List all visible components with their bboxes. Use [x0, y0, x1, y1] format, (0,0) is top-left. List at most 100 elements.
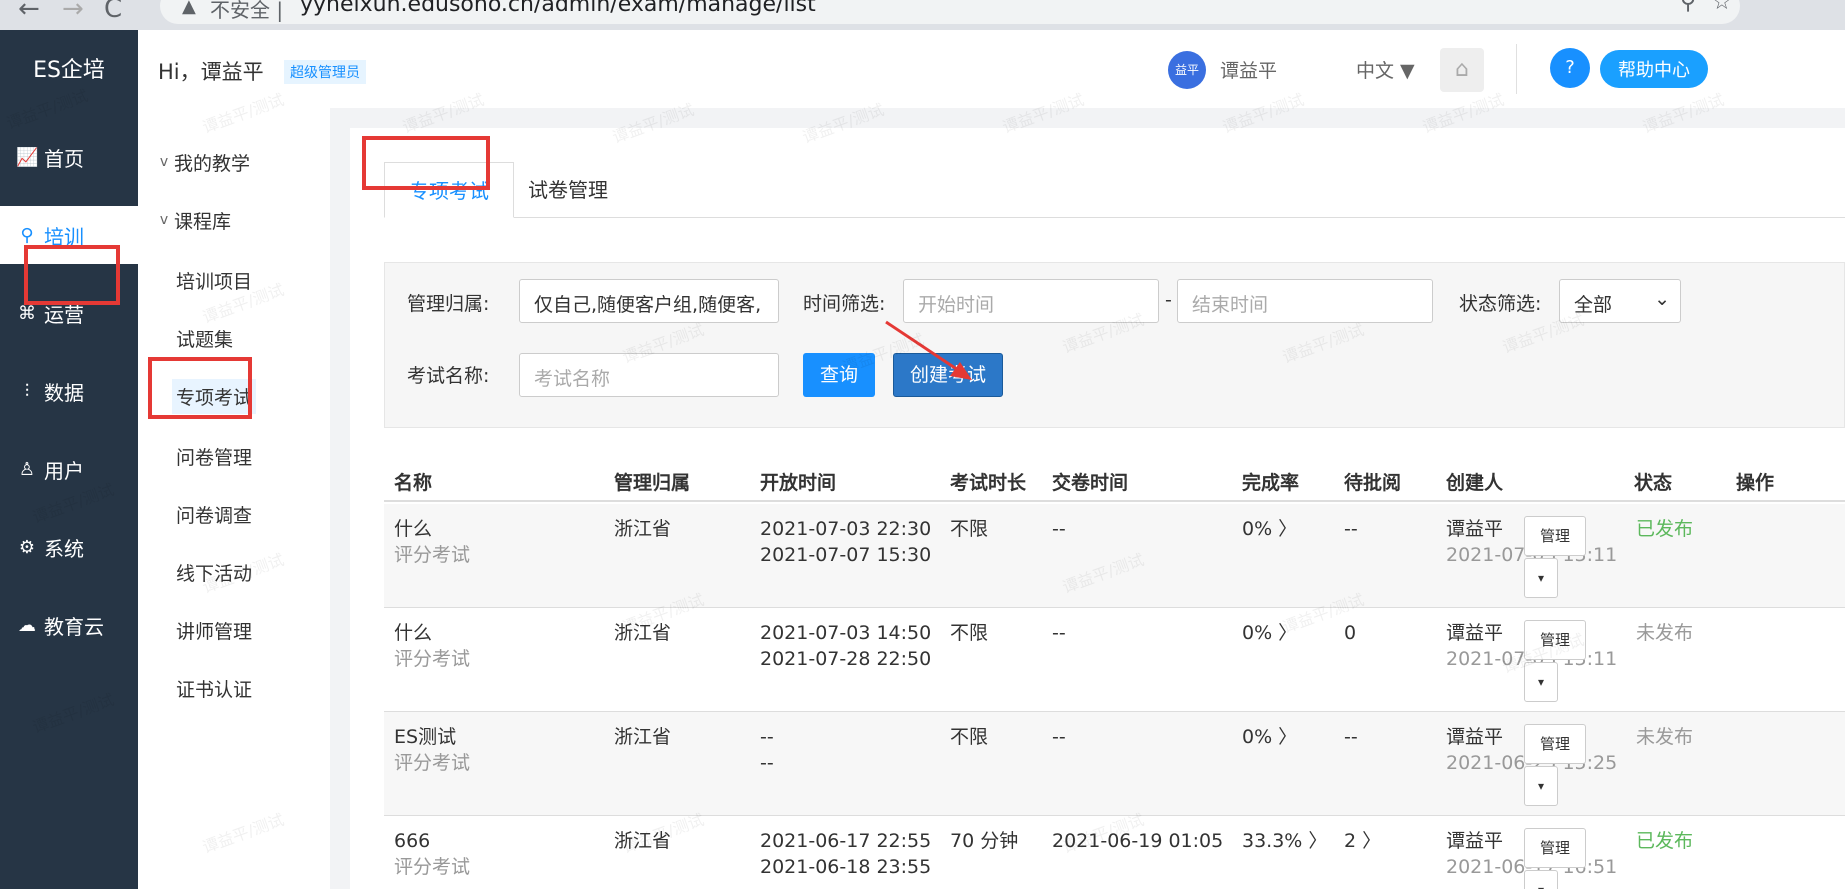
- cell-text: 0% 〉: [1242, 518, 1298, 540]
- manage-button[interactable]: 管理: [1524, 724, 1586, 764]
- sidebar-item-data[interactable]: ⫶ 数据: [0, 362, 138, 420]
- sidebar-item-cloud[interactable]: ☁ 教育云: [0, 596, 138, 654]
- chevron-down-icon: ⌄: [1654, 288, 1670, 310]
- exam-name-input[interactable]: 考试名称: [519, 353, 779, 397]
- cell-text: --: [760, 726, 774, 748]
- more-dropdown-button[interactable]: ▾: [1524, 662, 1558, 702]
- col-owner: 管理归属: [614, 472, 691, 494]
- forward-icon[interactable]: →: [62, 0, 84, 24]
- home-icon[interactable]: ⌂: [1440, 48, 1484, 92]
- cell-pending: --: [1344, 516, 1358, 542]
- submenu-my-teaching[interactable]: v 我的教学: [138, 142, 330, 182]
- cell-text: --: [1052, 518, 1066, 540]
- cell-open-start: -- --: [760, 724, 774, 776]
- sidebar-item-operate[interactable]: ⌘ 运营: [0, 284, 138, 342]
- submenu-question-set[interactable]: 试题集: [138, 318, 330, 358]
- cell-text: 2021-06-17 22:55: [760, 830, 932, 852]
- user-icon: ♙: [18, 458, 36, 480]
- more-dropdown-button[interactable]: ▾: [1524, 766, 1558, 806]
- start-time-input[interactable]: 开始时间: [903, 279, 1159, 323]
- manage-button[interactable]: 管理: [1524, 516, 1586, 556]
- star-icon[interactable]: ☆: [1712, 0, 1732, 15]
- language-select[interactable]: 中文 ▼: [1356, 56, 1415, 83]
- submenu-label: 问卷调查: [176, 504, 253, 527]
- cell-name[interactable]: 666 评分考试: [394, 828, 470, 880]
- submenu-certificate[interactable]: 证书认证: [138, 668, 330, 708]
- main-sidebar: ES企培 📈 首页 ⚲ 培训 ⌘ 运营 ⫶ 数据 ♙ 用户 ⚙ 系统 ☁ 教育云: [0, 30, 138, 889]
- browser-bar: ← → C ▲ 不安全 | yyheixun.edusoho.cn/admin/…: [0, 0, 1845, 30]
- cell-subtext: 2021-06-18 23:55: [760, 856, 932, 878]
- status-label: 状态筛选:: [1459, 293, 1542, 315]
- status-badge: 已发布: [1636, 518, 1694, 540]
- sidebar-item-training[interactable]: ⚲ 培训: [0, 206, 138, 264]
- submenu-survey[interactable]: 问卷调查: [138, 494, 330, 534]
- sidebar-item-label: 运营: [44, 302, 84, 327]
- sidebar-item-label: 培训: [44, 224, 84, 249]
- cell-name[interactable]: 什么 评分考试: [394, 516, 470, 568]
- cell-text: 666: [394, 830, 431, 852]
- col-status: 状态: [1634, 472, 1673, 494]
- exam-name-label: 考试名称:: [407, 365, 490, 387]
- submenu-training-project[interactable]: 培训项目: [138, 260, 330, 300]
- cell-text: 0: [1344, 622, 1357, 644]
- submenu-label: 我的教学: [174, 152, 251, 175]
- tab-paper-manage[interactable]: 试卷管理: [504, 162, 632, 218]
- zoom-icon[interactable]: ⚲: [1680, 0, 1696, 15]
- cell-text: --: [1052, 622, 1066, 644]
- role-badge: 超级管理员: [284, 60, 366, 84]
- reload-icon[interactable]: C: [104, 0, 122, 24]
- manage-button[interactable]: 管理: [1524, 620, 1586, 660]
- avatar[interactable]: 益平: [1168, 51, 1206, 89]
- help-center-button[interactable]: 帮助中心: [1600, 50, 1708, 88]
- help-icon[interactable]: ?: [1550, 48, 1590, 88]
- sidebar-item-system[interactable]: ⚙ 系统: [0, 518, 138, 576]
- more-dropdown-button[interactable]: ▾: [1524, 558, 1558, 598]
- create-exam-button[interactable]: 创建考试: [893, 353, 1003, 397]
- filter-panel: 管理归属: 仅自己,随便客户组,随便客, 时间筛选: 开始时间 - 结束时间 状…: [384, 262, 1845, 428]
- cell-open-start: 2021-07-03 22:30 2021-07-07 15:30: [760, 516, 931, 568]
- end-time-input[interactable]: 结束时间: [1177, 279, 1433, 323]
- cell-subtext: 评分考试: [394, 648, 471, 670]
- cell-rate[interactable]: 0% 〉: [1242, 620, 1297, 646]
- cell-text: 2021-07-03 22:30: [760, 518, 932, 540]
- cell-text: 0% 〉: [1242, 622, 1298, 644]
- cell-rate[interactable]: 33.3% 〉: [1242, 828, 1327, 854]
- table-row: 什么 评分考试 浙江省 2021-07-03 22:30 2021-07-07 15:3…: [384, 504, 1845, 608]
- cell-subtext: 2021-07-28 22:50: [760, 648, 932, 670]
- address-bar[interactable]: ▲ 不安全 | yyheixun.edusoho.cn/admin/exam/m…: [160, 0, 1740, 24]
- submenu-offline-activity[interactable]: 线下活动: [138, 552, 330, 592]
- cell-name[interactable]: ES测试 评分考试: [394, 724, 470, 776]
- cell-text: 浙江省: [614, 830, 672, 852]
- table-row: 666 评分考试 浙江省 2021-06-17 22:55 2021-06-18 23:…: [384, 816, 1845, 889]
- back-icon[interactable]: ←: [18, 0, 40, 24]
- main-panel: 专项考试 试卷管理 管理归属: 仅自己,随便客户组,随便客, 时间筛选: 开始时…: [350, 128, 1845, 889]
- submenu-course-library[interactable]: v 课程库: [138, 200, 330, 240]
- cell-text: 33.3% 〉: [1242, 830, 1328, 852]
- username[interactable]: 谭益平: [1220, 56, 1277, 83]
- status-select[interactable]: 全部 ⌄: [1559, 279, 1681, 323]
- col-pending: 待批阅: [1344, 472, 1402, 494]
- chevron-down-icon: v: [159, 154, 169, 170]
- tab-special-exam[interactable]: 专项考试: [384, 162, 514, 218]
- submenu-lecturer[interactable]: 讲师管理: [138, 610, 330, 650]
- cell-text: 2021-07-03 14:50: [760, 622, 932, 644]
- sidebar-item-user[interactable]: ♙ 用户: [0, 440, 138, 498]
- cell-name[interactable]: 什么 评分考试: [394, 620, 470, 672]
- cell-pending: 2 〉: [1344, 828, 1381, 854]
- manage-button[interactable]: 管理: [1524, 828, 1586, 868]
- owner-select[interactable]: 仅自己,随便客户组,随便客,: [519, 279, 779, 323]
- submenu-special-exam[interactable]: 专项考试: [138, 376, 330, 416]
- sidebar-item-home[interactable]: 📈 首页: [0, 128, 138, 186]
- cell-duration: 不限: [950, 620, 988, 646]
- cell-subtext: 评分考试: [394, 544, 471, 566]
- query-button[interactable]: 查询: [803, 353, 875, 397]
- cell-owner: 浙江省: [614, 828, 671, 854]
- submenu-questionnaire-manage[interactable]: 问卷管理: [138, 436, 330, 476]
- url-text[interactable]: yyheixun.edusoho.cn/admin/exam/manage/li…: [300, 0, 816, 17]
- cell-duration: 70 分钟: [950, 828, 1018, 854]
- app-logo[interactable]: ES企培: [0, 52, 138, 84]
- more-dropdown-button[interactable]: ▾: [1524, 870, 1558, 889]
- status-value: 全部: [1574, 294, 1613, 316]
- cell-rate[interactable]: 0% 〉: [1242, 724, 1297, 750]
- cell-rate[interactable]: 0% 〉: [1242, 516, 1297, 542]
